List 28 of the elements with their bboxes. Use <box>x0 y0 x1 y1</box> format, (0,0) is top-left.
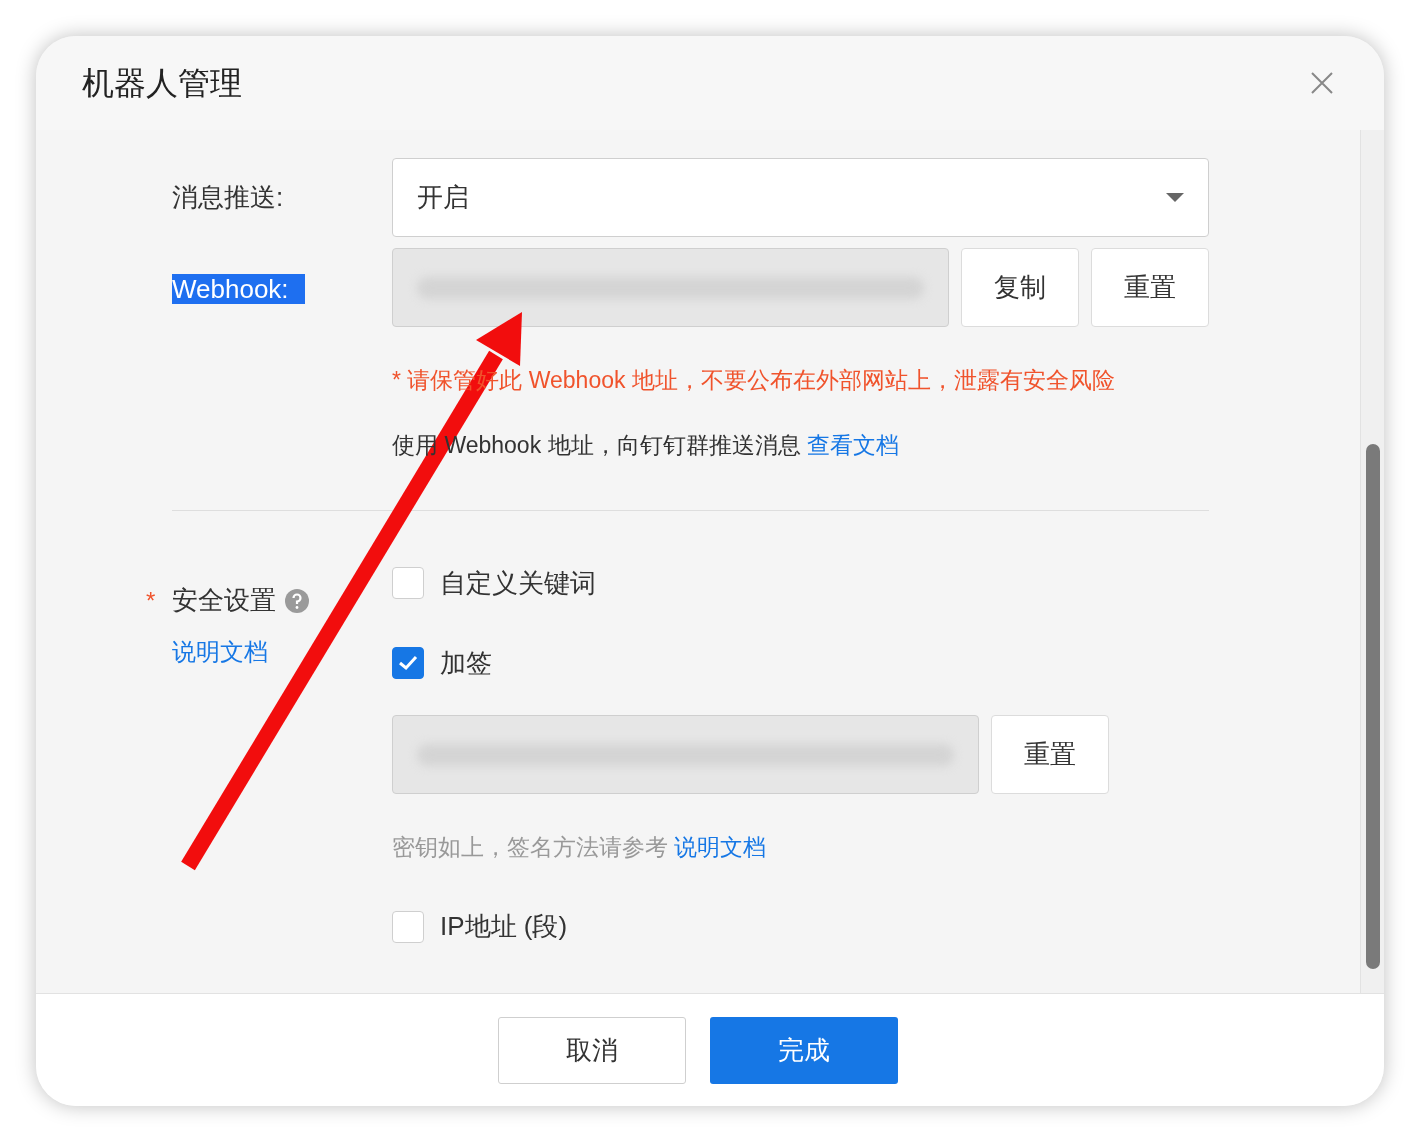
action-button[interactable]: 重置 <box>1091 248 1209 327</box>
dialog-title: 机器人管理 <box>82 64 242 103</box>
field-label: 消息推送: <box>172 181 285 214</box>
option-label: 加签 <box>440 646 492 680</box>
caret-icon <box>1166 192 1184 203</box>
action-button[interactable]: 复制 <box>961 248 1079 327</box>
scrollbar[interactable] <box>1360 130 1384 993</box>
option-label: IP地址 (段) <box>440 910 568 943</box>
done-button[interactable]: 完成 <box>710 1016 898 1084</box>
redacted-field[interactable] <box>392 715 979 794</box>
push-select[interactable]: 开启 <box>392 158 1209 237</box>
cancel-button[interactable]: 取消 <box>498 1016 686 1084</box>
help-icon[interactable] <box>284 587 310 614</box>
select-value: 开启 <box>417 181 469 214</box>
docs-link[interactable]: 说明文档 <box>172 634 366 670</box>
docs-link[interactable]: 查看文档 <box>806 431 899 458</box>
field-label: Webhook: <box>172 274 305 304</box>
scrollbar-thumb[interactable] <box>1365 444 1380 969</box>
hint-text: 密钥如上，签名方法请参考 说明文档 <box>392 833 768 862</box>
checkbox[interactable] <box>392 647 424 679</box>
checkmark-icon <box>398 655 418 671</box>
option-label: 自定义关键词 <box>440 566 596 600</box>
action-button[interactable]: 重置 <box>991 715 1109 794</box>
docs-link[interactable]: 说明文档 <box>674 834 767 860</box>
redacted-field[interactable] <box>392 248 949 327</box>
close-icon[interactable] <box>1310 71 1334 95</box>
field-label: 安全设置 <box>172 584 276 617</box>
required-mark: * <box>146 585 157 616</box>
